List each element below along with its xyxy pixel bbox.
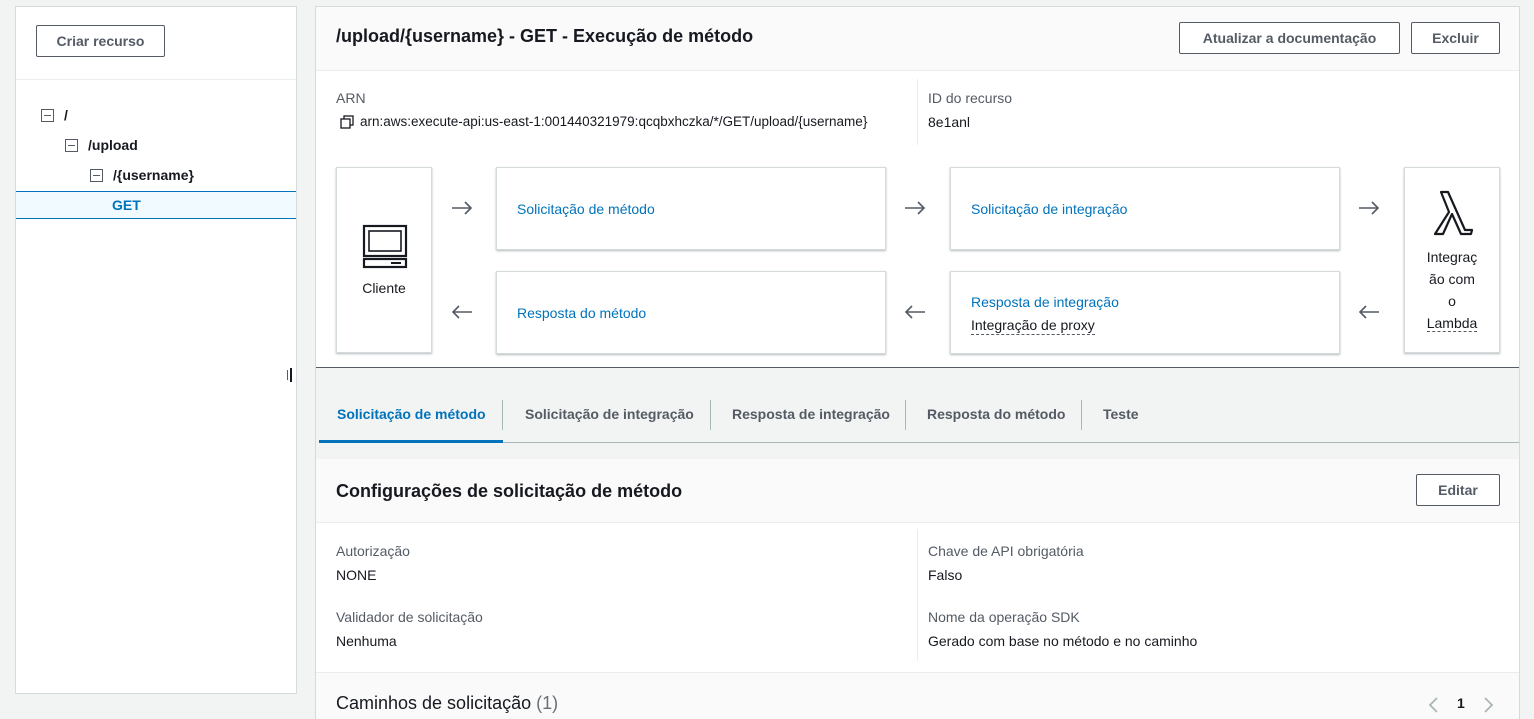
- tree-selected-highlight: [16, 191, 296, 219]
- arrow-left-icon: [904, 305, 926, 319]
- divider: [917, 79, 918, 145]
- arrow-right-icon: [1358, 201, 1380, 215]
- tab-separator: [710, 400, 711, 430]
- create-resource-button[interactable]: Criar recurso: [36, 25, 165, 57]
- integration-request-link[interactable]: Solicitação de integração: [971, 201, 1127, 217]
- divider: [917, 529, 918, 661]
- settings-header: Configurações de solicitação de método E…: [316, 459, 1519, 523]
- arn-value: arn:aws:execute-api:us-east-1:0014403219…: [360, 114, 868, 129]
- method-response-card[interactable]: Resposta do método: [496, 271, 886, 354]
- method-request-link[interactable]: Solicitação de método: [517, 201, 655, 217]
- method-response-link[interactable]: Resposta do método: [517, 305, 646, 321]
- tab-separator: [1081, 400, 1082, 430]
- lambda-label-text: Lambda: [1426, 315, 1478, 332]
- arrow-left-icon: [451, 305, 473, 319]
- resource-tree-panel: Criar recurso / /upload /{username} GET: [15, 6, 297, 694]
- request-paths-title: Caminhos de solicitação (1): [336, 693, 558, 714]
- tab-test[interactable]: Teste: [1103, 406, 1139, 422]
- arn-label: ARN: [336, 90, 366, 106]
- client-card: Cliente: [336, 167, 432, 353]
- method-execution-panel: /upload/{username} - GET - Execução de m…: [315, 6, 1520, 719]
- arrow-left-icon: [1358, 305, 1380, 319]
- lambda-label-line: ão com: [1429, 271, 1475, 287]
- integration-request-card[interactable]: Solicitação de integração: [950, 167, 1340, 250]
- arrow-right-icon: [904, 201, 926, 215]
- tab-active-indicator: [319, 440, 503, 443]
- tab-bar: Solicitação de método Solicitação de int…: [316, 367, 1519, 459]
- tree-node-root[interactable]: /: [41, 101, 68, 129]
- page-header: /upload/{username} - GET - Execução de m…: [316, 7, 1519, 71]
- lambda-label-line: Integraç: [1426, 249, 1478, 265]
- proxy-integration-label: Integração de proxy: [971, 317, 1095, 335]
- settings-title: Configurações de solicitação de método: [336, 481, 683, 501]
- integration-response-link[interactable]: Resposta de integração: [971, 294, 1119, 310]
- collapse-icon[interactable]: [65, 138, 78, 152]
- delete-button[interactable]: Excluir: [1411, 22, 1500, 54]
- tree-node-get[interactable]: GET: [112, 191, 141, 219]
- authorization-label: Autorização: [336, 543, 410, 559]
- edit-button[interactable]: Editar: [1416, 474, 1500, 506]
- pagination-current-page[interactable]: 1: [1457, 695, 1465, 711]
- update-documentation-button[interactable]: Atualizar a documentação: [1179, 22, 1400, 54]
- resource-id-label: ID do recurso: [928, 90, 1013, 106]
- tree-node-label: /: [64, 107, 68, 123]
- request-paths-header: Caminhos de solicitação (1) 1: [316, 672, 1519, 719]
- authorization-value: NONE: [336, 567, 377, 583]
- page-title: /upload/{username} - GET - Execução de m…: [336, 26, 754, 46]
- collapse-icon[interactable]: [41, 108, 54, 122]
- tab-separator: [502, 400, 503, 430]
- validator-value: Nenhuma: [336, 633, 397, 649]
- api-key-value: Falso: [928, 567, 963, 583]
- lambda-icon: [1431, 188, 1475, 236]
- tab-integration-response[interactable]: Resposta de integração: [732, 406, 890, 422]
- tab-integration-request[interactable]: Solicitação de integração: [525, 406, 694, 422]
- copy-icon[interactable]: [340, 115, 354, 129]
- request-paths-title-text: Caminhos de solicitação: [336, 693, 532, 713]
- computer-icon: [361, 224, 409, 270]
- lambda-integration-label: Integraç ão com o Lambda: [1405, 246, 1499, 334]
- chevron-right-icon[interactable]: [1482, 697, 1494, 713]
- lambda-label-line: o: [1448, 293, 1456, 309]
- api-key-label: Chave de API obrigatória: [928, 543, 1084, 559]
- tab-separator: [905, 400, 906, 430]
- lambda-label-line: Lambda: [1405, 312, 1499, 334]
- tree-node-label: /{username}: [113, 167, 194, 183]
- method-request-card[interactable]: Solicitação de método: [496, 167, 886, 250]
- tree-node-upload[interactable]: /upload: [65, 131, 138, 159]
- panel-resize-handle[interactable]: [286, 368, 292, 384]
- resource-tree-toolbar: Criar recurso: [16, 7, 296, 80]
- tree-node-username[interactable]: /{username}: [90, 161, 194, 189]
- validator-label: Validador de solicitação: [336, 609, 483, 625]
- tree-node-label: GET: [112, 197, 141, 213]
- sdk-operation-value: Gerado com base no método e no caminho: [928, 633, 1198, 649]
- sdk-operation-label: Nome da operação SDK: [928, 609, 1080, 625]
- chevron-left-icon[interactable]: [1428, 697, 1440, 713]
- request-paths-count: (1): [536, 693, 559, 713]
- tab-method-response[interactable]: Resposta do método: [927, 406, 1065, 422]
- client-label: Cliente: [362, 280, 406, 296]
- arrow-right-icon: [451, 201, 473, 215]
- tree-node-label: /upload: [88, 137, 138, 153]
- lambda-integration-card: Integraç ão com o Lambda: [1404, 167, 1500, 353]
- integration-response-card[interactable]: Resposta de integração Integração de pro…: [950, 271, 1340, 354]
- collapse-icon[interactable]: [90, 168, 103, 182]
- tab-method-request[interactable]: Solicitação de método: [337, 406, 486, 422]
- resource-id-value: 8e1anl: [928, 114, 971, 130]
